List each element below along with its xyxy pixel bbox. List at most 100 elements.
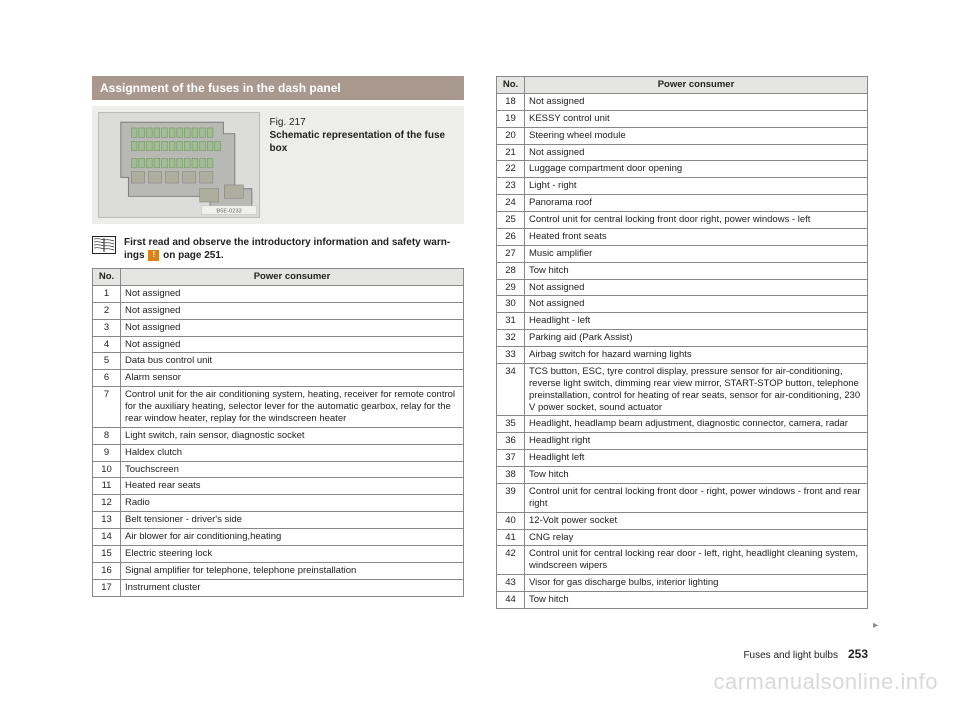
table-row: 16Signal amplifier for telephone, teleph… <box>93 562 464 579</box>
fuse-number: 17 <box>93 579 121 596</box>
note-line-b: ings <box>124 250 147 261</box>
note-line-c: on page 251. <box>160 250 223 261</box>
table-row: 11Heated rear seats <box>93 478 464 495</box>
fuse-consumer: Tow hitch <box>525 262 868 279</box>
section-title: Assignment of the fuses in the dash pane… <box>92 76 464 100</box>
figure-code-label: B5E-0233 <box>216 208 241 214</box>
fuse-box-diagram: B5E-0233 <box>98 112 260 218</box>
fuse-consumer: Not assigned <box>121 285 464 302</box>
fuse-number: 16 <box>93 562 121 579</box>
fuse-consumer: Steering wheel module <box>525 127 868 144</box>
fuse-number: 15 <box>93 545 121 562</box>
table-row: 6Alarm sensor <box>93 370 464 387</box>
table-row: 39Control unit for central locking front… <box>497 483 868 512</box>
fuse-number: 36 <box>497 433 525 450</box>
fuse-number: 28 <box>497 262 525 279</box>
fuse-consumer: Air blower for air conditioning,heating <box>121 529 464 546</box>
fuse-number: 5 <box>93 353 121 370</box>
fuse-consumer: Heated rear seats <box>121 478 464 495</box>
note-line-a: First read and observe the introductory … <box>124 237 450 248</box>
fuse-number: 27 <box>497 245 525 262</box>
figure-caption: Fig. 217 Schematic representation of the… <box>270 112 459 155</box>
table-row: 15Electric steering lock <box>93 545 464 562</box>
left-column: Assignment of the fuses in the dash pane… <box>92 76 464 661</box>
fuse-consumer: Tow hitch <box>525 592 868 609</box>
table-row: 19KESSY control unit <box>497 110 868 127</box>
fuse-number: 35 <box>497 416 525 433</box>
fuse-number: 9 <box>93 444 121 461</box>
table-row: 9Haldex clutch <box>93 444 464 461</box>
table-row: 17Instrument cluster <box>93 579 464 596</box>
table-row: 2Not assigned <box>93 302 464 319</box>
fuse-consumer: Not assigned <box>121 336 464 353</box>
table-row: 4Not assigned <box>93 336 464 353</box>
fuse-number: 30 <box>497 296 525 313</box>
table-header-row: No. Power consumer <box>93 269 464 286</box>
fuse-number: 37 <box>497 450 525 467</box>
table-row: 18Not assigned <box>497 93 868 110</box>
fuse-number: 41 <box>497 529 525 546</box>
table-row: 35Headlight, headlamp beam adjustment, d… <box>497 416 868 433</box>
table-row: 23Light - right <box>497 178 868 195</box>
fuse-consumer: Headlight, headlamp beam adjustment, dia… <box>525 416 868 433</box>
page: Assignment of the fuses in the dash pane… <box>0 0 960 701</box>
fuse-consumer: Headlight - left <box>525 313 868 330</box>
fuse-consumer: Panorama roof <box>525 195 868 212</box>
fuse-number: 24 <box>497 195 525 212</box>
table-row: 29Not assigned <box>497 279 868 296</box>
table-row: 22Luggage compartment door opening <box>497 161 868 178</box>
fuse-consumer: Control unit for central locking front d… <box>525 483 868 512</box>
fuse-consumer: Heated front seats <box>525 228 868 245</box>
right-column: No. Power consumer 18Not assigned19KESSY… <box>496 76 868 661</box>
table-row: 24Panorama roof <box>497 195 868 212</box>
fuse-consumer: Headlight left <box>525 450 868 467</box>
fuse-consumer: Not assigned <box>525 279 868 296</box>
fuse-consumer: CNG relay <box>525 529 868 546</box>
fuse-number: 6 <box>93 370 121 387</box>
fuse-consumer: Airbag switch for hazard warning lights <box>525 347 868 364</box>
figure-number: Fig. 217 <box>270 116 459 129</box>
fuse-number: 22 <box>497 161 525 178</box>
table-row: 32Parking aid (Park Assist) <box>497 330 868 347</box>
page-footer: Fuses and light bulbs 253 <box>743 647 868 661</box>
table-row: 31Headlight - left <box>497 313 868 330</box>
table-row: 12Radio <box>93 495 464 512</box>
table-row: 7Control unit for the air conditioning s… <box>93 387 464 428</box>
header-no: No. <box>93 269 121 286</box>
fuse-number: 19 <box>497 110 525 127</box>
fuse-consumer: Electric steering lock <box>121 545 464 562</box>
fuse-consumer: 12-Volt power socket <box>525 512 868 529</box>
fuse-number: 39 <box>497 483 525 512</box>
table-row: 34TCS button, ESC, tyre control display,… <box>497 363 868 416</box>
fuse-number: 31 <box>497 313 525 330</box>
table-row: 25Control unit for central locking front… <box>497 212 868 229</box>
fuse-consumer: Not assigned <box>525 296 868 313</box>
fuse-consumer: Music amplifier <box>525 245 868 262</box>
fuse-consumer: Not assigned <box>121 302 464 319</box>
fuse-number: 1 <box>93 285 121 302</box>
table-row: 38Tow hitch <box>497 467 868 484</box>
fuse-number: 7 <box>93 387 121 428</box>
table-header-row: No. Power consumer <box>497 77 868 94</box>
fuse-number: 13 <box>93 512 121 529</box>
fuse-number: 32 <box>497 330 525 347</box>
figure-title: Schematic representation of the fuse box <box>270 130 446 154</box>
fuse-number: 14 <box>93 529 121 546</box>
fuse-table-left: No. Power consumer 1Not assigned2Not ass… <box>92 268 464 597</box>
fuse-consumer: Data bus control unit <box>121 353 464 370</box>
fuse-consumer: Haldex clutch <box>121 444 464 461</box>
table-row: 4012-Volt power socket <box>497 512 868 529</box>
fuse-number: 21 <box>497 144 525 161</box>
fuse-number: 2 <box>93 302 121 319</box>
footer-section: Fuses and light bulbs <box>743 650 838 661</box>
fuse-number: 40 <box>497 512 525 529</box>
table-row: 21Not assigned <box>497 144 868 161</box>
fuse-number: 25 <box>497 212 525 229</box>
book-icon <box>92 236 116 257</box>
fuse-consumer: Tow hitch <box>525 467 868 484</box>
fuse-table-right: No. Power consumer 18Not assigned19KESSY… <box>496 76 868 609</box>
safety-note-text: First read and observe the introductory … <box>124 236 450 262</box>
fuse-consumer: Control unit for central locking rear do… <box>525 546 868 575</box>
table-row: 41CNG relay <box>497 529 868 546</box>
page-number: 253 <box>848 647 868 661</box>
